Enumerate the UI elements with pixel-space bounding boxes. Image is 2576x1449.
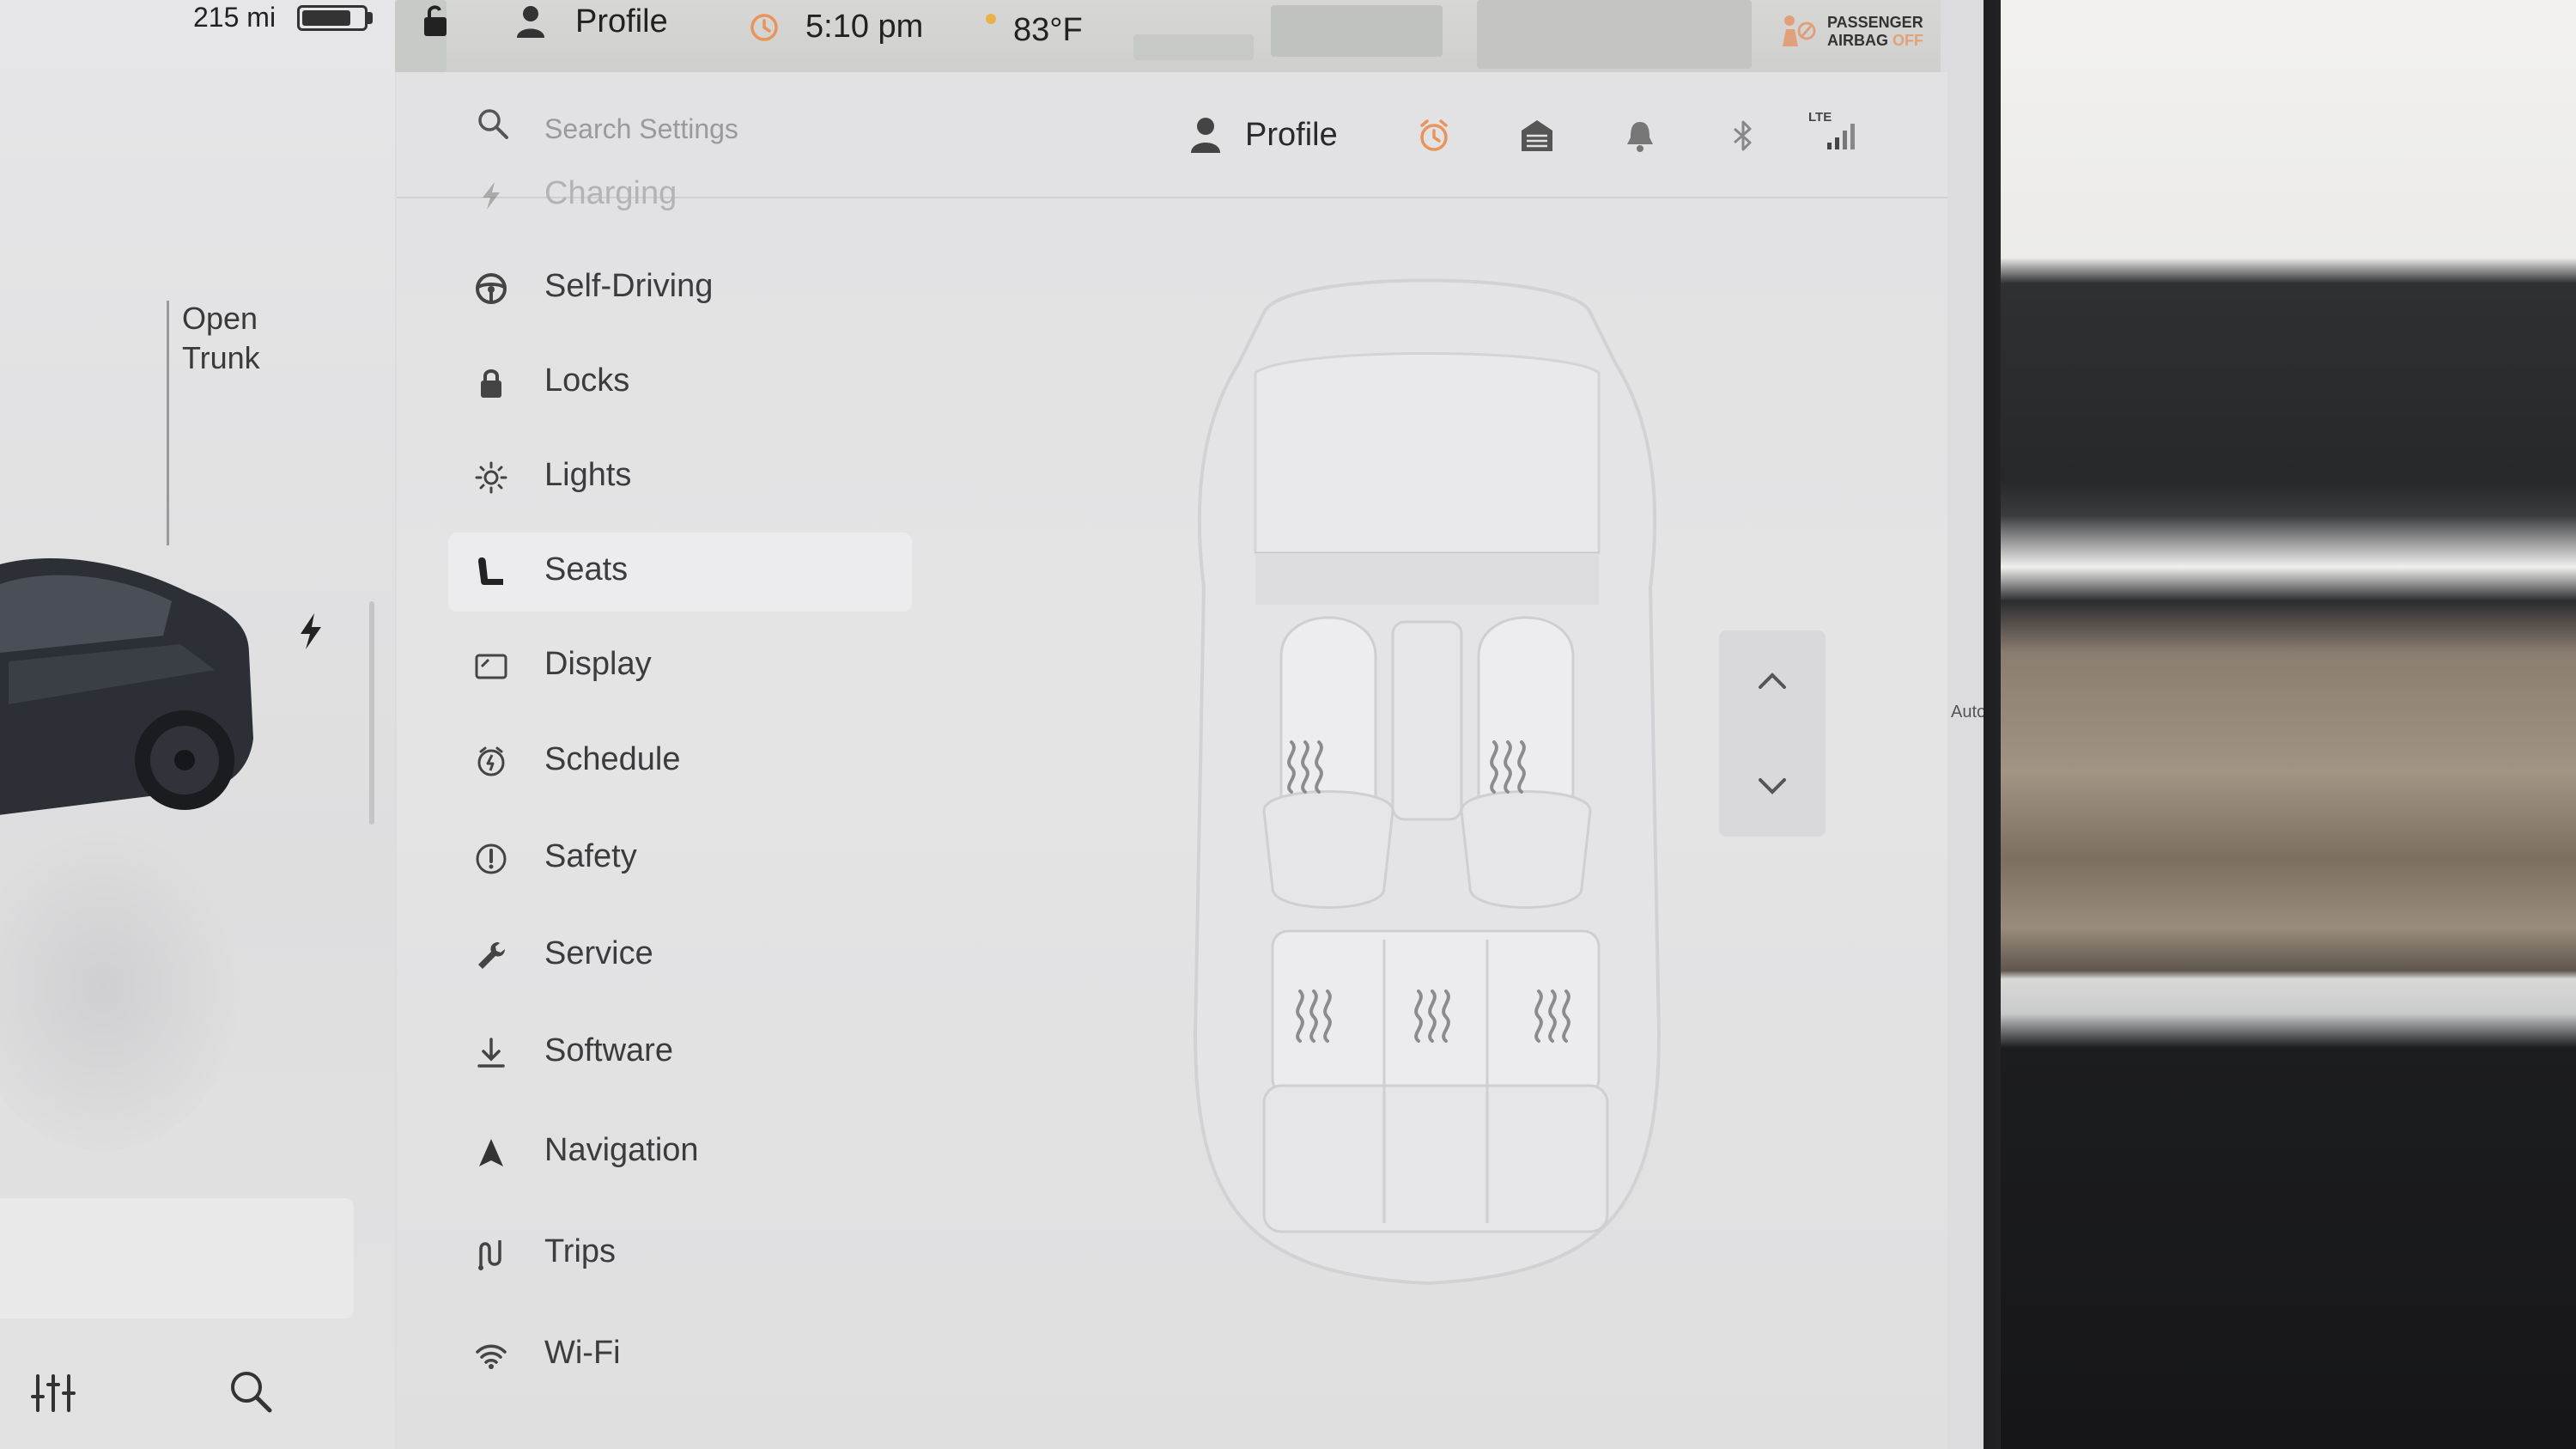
menu-item-safety[interactable]: Safety <box>448 819 912 898</box>
weather-icon <box>986 14 996 24</box>
profile-icon <box>517 6 544 38</box>
passenger-airbag-indicator: PASSENGER AIRBAG OFF <box>1827 14 1923 50</box>
menu-item-label: Charging <box>544 175 677 211</box>
signal-bars <box>1827 124 1855 149</box>
passenger-heat-auto-label: Auto <box>1951 703 1984 721</box>
lock-icon <box>481 369 501 398</box>
garage-icon[interactable] <box>1518 117 1556 155</box>
menu-item-label: Self-Driving <box>544 268 714 304</box>
airbag-line2-row: AIRBAG OFF <box>1827 32 1923 50</box>
trips-icon <box>478 1240 501 1270</box>
menu-item-lights[interactable]: Lights <box>448 438 912 517</box>
scroll-up-button[interactable] <box>1719 630 1826 734</box>
car-status-panel: 215 mi Open Trunk <box>0 0 395 1449</box>
range-readout: 215 mi <box>193 2 276 33</box>
car-image <box>0 558 253 815</box>
scroll-down-button[interactable] <box>1719 734 1826 837</box>
menu-item-label: Lights <box>544 457 632 493</box>
menu-item-locks[interactable]: Locks <box>448 344 912 423</box>
bluetooth-icon[interactable] <box>1724 117 1762 155</box>
menu-item-label: Wi-Fi <box>544 1335 621 1371</box>
bell-icon[interactable] <box>1621 117 1659 155</box>
menu-item-charging[interactable]: Charging <box>448 156 912 235</box>
menu-item-label: Seats <box>544 551 629 588</box>
touchscreen: 215 mi Open Trunk Profile 5:10 pm 83°F P… <box>0 0 1984 1449</box>
alarm-clock-icon[interactable] <box>1415 117 1453 155</box>
profile-icon <box>1191 118 1220 153</box>
menu-item-self-driving[interactable]: Self-Driving <box>448 249 912 328</box>
battery-terminal <box>368 12 373 24</box>
search-icon[interactable] <box>225 1366 276 1417</box>
wifi-icon <box>476 1344 507 1369</box>
driver-seat-heater[interactable] <box>1262 616 1394 909</box>
battery-icon <box>297 5 368 31</box>
panel-scrollbar[interactable] <box>369 601 374 825</box>
menu-item-schedule[interactable]: Schedule <box>448 722 912 801</box>
menu-item-wifi[interactable]: Wi-Fi <box>448 1316 912 1395</box>
search-icon <box>478 109 508 139</box>
chevron-down-icon <box>1759 778 1786 795</box>
menu-item-service[interactable]: Service <box>448 916 912 995</box>
menu-item-label: Service <box>544 935 653 971</box>
lightning-icon[interactable] <box>295 612 326 651</box>
alert-icon <box>476 843 507 874</box>
open-trunk-button[interactable]: Open Trunk <box>182 299 311 378</box>
schedule-icon <box>477 746 505 776</box>
menu-item-navigation[interactable]: Navigation <box>448 1113 912 1192</box>
seat-icon <box>478 557 503 585</box>
menu-item-seats[interactable]: Seats <box>448 533 912 612</box>
navigation-arrow-icon <box>479 1139 503 1166</box>
menu-item-label: Trips <box>544 1233 617 1269</box>
steering-wheel-icon <box>476 273 507 304</box>
airbag-status: OFF <box>1893 32 1924 49</box>
menu-item-software[interactable]: Software <box>448 1014 912 1093</box>
profile-button[interactable]: Profile <box>1245 117 1338 154</box>
seat-view-scroller <box>1719 630 1826 837</box>
charging-icon <box>483 182 500 210</box>
menu-item-label: Locks <box>544 362 630 399</box>
map-background <box>1271 5 1443 57</box>
menu-item-label: Navigation <box>544 1132 699 1168</box>
wrench-icon <box>478 942 505 969</box>
menu-item-label: Display <box>544 646 652 682</box>
map-background <box>1477 0 1752 69</box>
map-background <box>1133 34 1254 60</box>
chevron-up-icon <box>1759 673 1786 689</box>
menu-item-display[interactable]: Display <box>448 627 912 706</box>
airbag-line2: AIRBAG <box>1827 32 1888 49</box>
settings-panel: Profile LTE <box>397 72 1984 1449</box>
menu-item-label: Safety <box>544 838 637 874</box>
alarm-clock-icon <box>750 14 778 41</box>
outside-temperature: 83°F <box>1013 12 1083 48</box>
search-settings-input[interactable] <box>543 107 1061 151</box>
passenger-seat-heater[interactable] <box>1460 616 1592 909</box>
menu-item-label: Schedule <box>544 741 681 777</box>
seat-heater-diagram <box>1193 278 1662 1286</box>
display-icon <box>475 654 507 679</box>
rear-seats <box>1262 929 1609 1233</box>
car-panel-card <box>0 1198 354 1318</box>
download-icon <box>477 1038 505 1068</box>
status-profile-button[interactable]: Profile <box>575 3 668 40</box>
status-bar: Profile 5:10 pm 83°F PASSENGER AIRBAG OF… <box>395 0 1941 72</box>
airbag-icon <box>1783 15 1816 46</box>
airbag-line1: PASSENGER <box>1827 14 1923 31</box>
equalizer-icon[interactable] <box>29 1369 77 1417</box>
lte-signal-icon: LTE <box>1805 110 1865 155</box>
battery-fill <box>302 10 350 26</box>
unlocked-icon[interactable] <box>421 3 450 38</box>
dashboard-background <box>2001 0 2576 1449</box>
light-bulb-icon <box>475 461 507 494</box>
trunk-divider <box>167 301 169 545</box>
clock-time: 5:10 pm <box>805 9 924 45</box>
menu-item-label: Software <box>544 1032 673 1068</box>
menu-item-trips[interactable]: Trips <box>448 1215 912 1294</box>
